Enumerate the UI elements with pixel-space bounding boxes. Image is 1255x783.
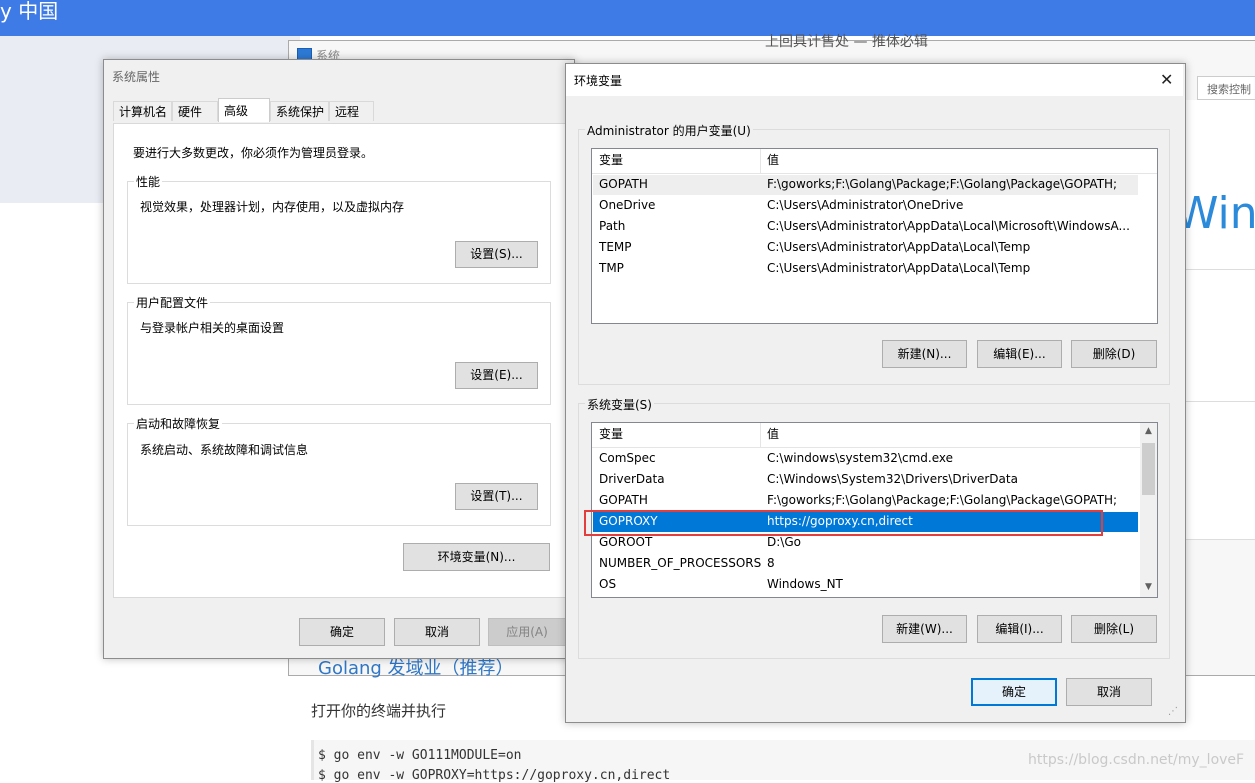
- divider: [1183, 401, 1255, 402]
- user-profiles-description: 与登录帐户相关的桌面设置: [140, 321, 285, 335]
- scroll-down-icon[interactable]: ▼: [1140, 582, 1157, 592]
- system-window-partial-text: 上回具计售处 — 推体必辑: [765, 34, 928, 50]
- scrollbar-thumb[interactable]: [1142, 443, 1155, 495]
- tab-hardware[interactable]: 硬件: [172, 101, 218, 121]
- performance-description: 视觉效果，处理器计划，内存使用，以及虚拟内存: [140, 200, 405, 214]
- close-icon[interactable]: ✕: [1160, 70, 1173, 89]
- list-header: 变量 值: [592, 149, 1157, 174]
- tab-system-protection[interactable]: 系统保护: [270, 101, 329, 121]
- page-top-bar: [0, 0, 1255, 36]
- variable-value: C:\Windows\System32\Drivers\DriverData: [767, 472, 1018, 486]
- variable-value: C:\Users\Administrator\AppData\Local\Tem…: [767, 261, 1031, 275]
- system-delete-button[interactable]: 删除(L): [1071, 615, 1157, 643]
- user-new-button[interactable]: 新建(N)...: [882, 340, 967, 368]
- column-header-variable[interactable]: 变量: [599, 424, 623, 445]
- list-header: 变量 值: [592, 423, 1157, 448]
- admin-note: 要进行大多数更改，你必须作为管理员登录。: [133, 146, 374, 160]
- group-label: 性能: [134, 173, 163, 190]
- startup-recovery-description: 系统启动、系统故障和调试信息: [140, 443, 309, 457]
- page-title-partial: y 中国: [0, 0, 59, 23]
- user-delete-button[interactable]: 删除(D): [1071, 340, 1157, 368]
- dialog-title: 环境变量: [574, 74, 623, 88]
- tab-computer-name[interactable]: 计算机名: [113, 101, 172, 121]
- variable-name: TMP: [599, 261, 624, 275]
- column-divider: [760, 149, 761, 173]
- variable-value: 8: [767, 556, 775, 570]
- windows-heading-partial: Winc: [1175, 188, 1255, 239]
- dialog-title: 系统属性: [112, 70, 161, 84]
- user-profiles-group: [127, 302, 551, 405]
- variable-name: OneDrive: [599, 198, 656, 212]
- startup-recovery-settings-button[interactable]: 设置(T)...: [455, 483, 538, 510]
- variable-name: Path: [599, 219, 626, 233]
- variable-value: C:\Users\Administrator\AppData\Local\Mic…: [767, 219, 1130, 233]
- column-header-variable[interactable]: 变量: [599, 150, 623, 171]
- variable-value: Windows_NT: [767, 577, 843, 591]
- divider: [1183, 539, 1255, 540]
- watermark: https://blog.csdn.net/my_loveF: [1028, 752, 1245, 768]
- highlight-annotation-box: [584, 510, 1103, 536]
- code-line: $ go env -w GOPROXY=https://goproxy.cn,d…: [318, 768, 671, 783]
- resize-grip-icon[interactable]: ⋰: [1168, 706, 1178, 717]
- dialog-titlebar: [566, 64, 1183, 96]
- column-header-value[interactable]: 值: [767, 424, 779, 445]
- vertical-scrollbar[interactable]: ▲ ▼: [1140, 423, 1157, 597]
- ok-button[interactable]: 确定: [299, 618, 385, 646]
- system-edit-button[interactable]: 编辑(I)...: [977, 615, 1062, 643]
- performance-settings-button[interactable]: 设置(S)...: [455, 241, 538, 268]
- startup-recovery-group: [127, 423, 551, 526]
- group-label: 用户配置文件: [134, 294, 211, 311]
- divider: [1183, 269, 1255, 270]
- variable-name: NUMBER_OF_PROCESSORS: [599, 556, 762, 570]
- env-ok-button[interactable]: 确定: [971, 678, 1057, 706]
- search-placeholder: 搜索控制: [1207, 83, 1251, 96]
- variable-value: C:\Users\Administrator\AppData\Local\Tem…: [767, 240, 1031, 254]
- variable-value: F:\goworks;F:\Golang\Package;F:\Golang\P…: [767, 177, 1118, 191]
- user-variables-list[interactable]: 变量 值 GOPATH F:\goworks;F:\Golang\Package…: [591, 148, 1158, 324]
- user-variables-label: Administrator 的用户变量(U): [585, 122, 753, 139]
- system-variables-label: 系统变量(S): [585, 396, 654, 413]
- variable-name: GOPATH: [599, 493, 648, 507]
- environment-variables-button[interactable]: 环境变量(N)...: [403, 543, 550, 571]
- variable-name: OS: [599, 577, 617, 591]
- group-label: 启动和故障恢复: [134, 415, 223, 432]
- apply-button[interactable]: 应用(A): [488, 618, 566, 646]
- code-line: $ go env -w GO111MODULE=on: [318, 748, 522, 763]
- variable-value: C:\windows\system32\cmd.exe: [767, 451, 953, 465]
- env-cancel-button[interactable]: 取消: [1066, 678, 1152, 706]
- column-divider: [760, 423, 761, 447]
- performance-group: [127, 181, 551, 284]
- user-profiles-settings-button[interactable]: 设置(E)...: [455, 362, 538, 389]
- variable-value: F:\goworks;F:\Golang\Package;F:\Golang\P…: [767, 493, 1118, 507]
- user-edit-button[interactable]: 编辑(E)...: [977, 340, 1062, 368]
- system-new-button[interactable]: 新建(W)...: [882, 615, 967, 643]
- scroll-up-icon[interactable]: ▲: [1140, 426, 1157, 436]
- variable-value: C:\Users\Administrator\OneDrive: [767, 198, 964, 212]
- variable-name: GOPATH: [599, 177, 648, 191]
- variable-name: DriverData: [599, 472, 665, 486]
- column-header-value[interactable]: 值: [767, 150, 779, 171]
- cancel-button[interactable]: 取消: [394, 618, 480, 646]
- tab-remote[interactable]: 远程: [329, 101, 374, 121]
- variable-name: TEMP: [599, 240, 632, 254]
- tab-advanced[interactable]: 高级: [218, 98, 270, 122]
- instruction-text: 打开你的终端并执行: [311, 702, 447, 720]
- system-window-content: [1183, 100, 1255, 540]
- variable-name: ComSpec: [599, 451, 656, 465]
